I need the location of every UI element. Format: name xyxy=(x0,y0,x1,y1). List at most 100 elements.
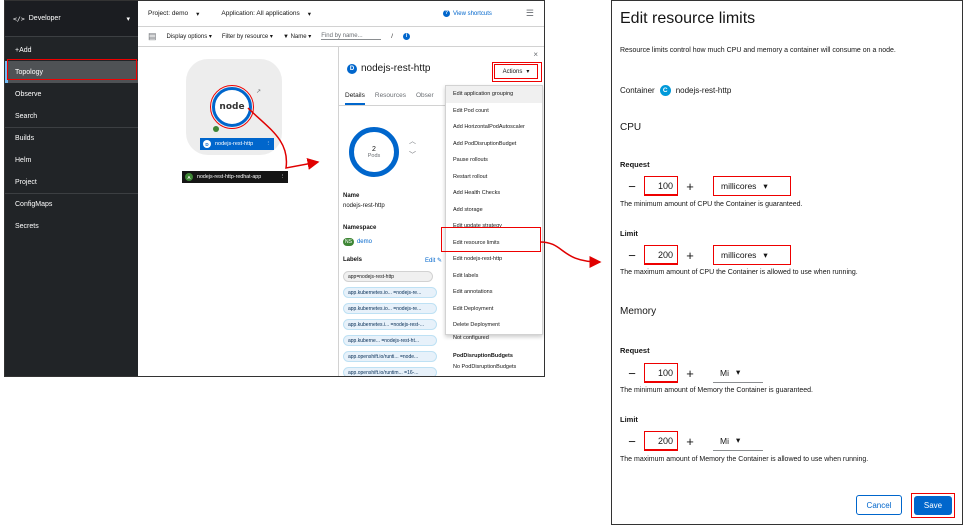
cpu-limit-helper: The maximum amount of CPU the Container … xyxy=(620,269,858,276)
memory-limit-label: Limit xyxy=(620,415,638,424)
menu-item-add-pdb[interactable]: Add PodDisruptionBudget xyxy=(446,136,542,153)
menu-item-edit-nodejs-rest-http[interactable]: Edit nodejs-rest-http xyxy=(446,251,542,268)
cpu-heading: CPU xyxy=(620,122,642,133)
nav-item-search[interactable]: Search xyxy=(5,105,138,127)
panel-tabs: Details Resources Obser xyxy=(339,92,449,106)
cpu-limit-input[interactable]: 200 xyxy=(644,245,678,265)
nav-item-add[interactable]: +Add xyxy=(5,39,138,61)
topology-list-icon[interactable]: ☰ xyxy=(526,8,534,19)
perspective-switcher[interactable]: </> Developer ▾ xyxy=(5,1,138,37)
cpu-request-input[interactable]: 100 xyxy=(644,176,678,196)
caret-down-icon: ▾ xyxy=(735,435,741,445)
memory-request-unit-select[interactable]: Mi ▾ xyxy=(713,363,763,383)
topology-graph[interactable]: node ↗ D nodejs-rest-http ⋮ A nodejs-res… xyxy=(138,47,338,376)
kebab-icon[interactable]: ⋮ xyxy=(266,141,272,147)
menu-item-edit-deployment[interactable]: Edit Deployment xyxy=(446,301,542,318)
actions-highlight xyxy=(492,62,542,82)
sidebar: </> Developer ▾ +Add Topology Observe Se… xyxy=(5,1,138,376)
menu-item-edit-pod-count[interactable]: Edit Pod count xyxy=(446,103,542,120)
project-selector[interactable]: Project: demo xyxy=(148,10,188,17)
memory-request-unit-label: Mi xyxy=(720,367,729,378)
caret-down-icon: ▾ xyxy=(307,10,312,18)
cpu-request-minus-button[interactable]: − xyxy=(620,175,644,197)
slash-hint: / xyxy=(391,33,393,40)
memory-limit-stepper: − 200 + xyxy=(620,430,702,452)
memory-limit-minus-button[interactable]: − xyxy=(620,430,644,452)
cpu-request-unit-select[interactable]: millicores ▾ xyxy=(713,176,791,196)
menu-item-edit-annotations[interactable]: Edit annotations xyxy=(446,284,542,301)
cpu-limit-stepper: − 200 + xyxy=(620,244,702,266)
chevron-up-icon[interactable]: ︿ xyxy=(409,136,416,146)
memory-limit-unit-label: Mi xyxy=(720,435,729,446)
nav-item-secrets[interactable]: Secrets xyxy=(5,215,138,237)
find-by-name-input[interactable]: Find by name... xyxy=(321,33,382,40)
menu-item-add-health-checks[interactable]: Add Health Checks xyxy=(446,185,542,202)
nav-item-configmaps[interactable]: ConfigMaps xyxy=(5,193,138,215)
arrow-menu-to-form xyxy=(539,241,602,268)
menu-item-pause-rollouts[interactable]: Pause rollouts xyxy=(446,152,542,169)
labels-edit-link[interactable]: Edit ✎ xyxy=(425,257,442,264)
filter-by-resource-dropdown[interactable]: Filter by resource ▾ xyxy=(222,33,273,40)
name-filter-dropdown[interactable]: ▼ Name ▾ xyxy=(283,33,311,40)
close-icon[interactable]: × xyxy=(533,50,538,59)
modal-description: Resource limits control how much CPU and… xyxy=(620,47,896,54)
memory-heading: Memory xyxy=(620,306,657,317)
external-link-icon[interactable]: ↗ xyxy=(256,88,261,95)
cpu-request-plus-button[interactable]: + xyxy=(678,175,702,197)
chevron-down-icon[interactable]: ﹀ xyxy=(409,150,416,160)
memory-request-input[interactable]: 100 xyxy=(644,363,678,383)
menu-item-edit-application-grouping[interactable]: Edit application grouping xyxy=(446,86,542,103)
node-highlight xyxy=(210,85,254,129)
tab-observe[interactable]: Obser xyxy=(416,92,434,105)
tab-resources[interactable]: Resources xyxy=(375,92,406,105)
cancel-button[interactable]: Cancel xyxy=(856,495,902,515)
label-chip: app.kuberne... =nodejs-rest-ht... xyxy=(343,335,437,346)
filter-toolbar: ▤ Display options ▾ Filter by resource ▾… xyxy=(138,27,544,47)
nav-item-helm[interactable]: Helm xyxy=(5,149,138,171)
label-chip: app.openshift.io/runti... =node... xyxy=(343,351,437,362)
memory-limit-unit-select[interactable]: Mi ▾ xyxy=(713,431,763,451)
topbar: Project: demo ▾ Application: All applica… xyxy=(138,1,544,27)
deployment-icon: D xyxy=(347,63,357,74)
perspective-label: Developer xyxy=(28,15,61,22)
name-value: nodejs-rest-http xyxy=(343,203,385,209)
memory-request-minus-button[interactable]: − xyxy=(620,362,644,384)
cpu-limit-plus-button[interactable]: + xyxy=(678,244,702,266)
memory-request-stepper: − 100 + xyxy=(620,362,702,384)
info-icon[interactable]: i xyxy=(402,33,410,40)
label-chip: app.openshift.io/runtim... =16-... xyxy=(343,367,437,376)
menu-item-restart-rollout[interactable]: Restart rollout xyxy=(446,169,542,186)
label-chip: app.kubernetes.io... =nodejs-re... xyxy=(343,287,437,298)
memory-request-plus-button[interactable]: + xyxy=(678,362,702,384)
deployment-label[interactable]: D nodejs-rest-http ⋮ xyxy=(200,138,274,150)
application-label[interactable]: A nodejs-rest-http-redhat-app ⋮ xyxy=(182,171,288,183)
nav-item-builds[interactable]: Builds xyxy=(5,127,138,149)
display-options-icon: ▤ xyxy=(148,31,157,41)
labels-edit-label: Edit xyxy=(425,258,436,264)
display-options-dropdown[interactable]: Display options ▾ xyxy=(167,33,212,40)
memory-limit-input[interactable]: 200 xyxy=(644,431,678,451)
help-icon: ? xyxy=(443,10,451,17)
namespace-link[interactable]: NS demo xyxy=(343,238,372,246)
cpu-request-helper: The minimum amount of CPU the Container … xyxy=(620,201,803,208)
deployment-icon: D xyxy=(203,140,211,148)
application-selector[interactable]: Application: All applications xyxy=(221,10,299,17)
nav-item-observe[interactable]: Observe xyxy=(5,83,138,105)
menu-item-delete-deployment[interactable]: Delete Deployment xyxy=(446,317,542,334)
view-shortcuts-link[interactable]: ? View shortcuts xyxy=(443,10,492,17)
deployment-name: nodejs-rest-http xyxy=(215,141,254,147)
cpu-limit-minus-button[interactable]: − xyxy=(620,244,644,266)
menu-item-edit-labels[interactable]: Edit labels xyxy=(446,268,542,285)
menu-item-add-hpa[interactable]: Add HorizontalPodAutoscaler xyxy=(446,119,542,136)
kebab-icon[interactable]: ⋮ xyxy=(280,174,285,180)
save-button[interactable]: Save xyxy=(914,496,952,515)
cpu-limit-unit-select[interactable]: millicores ▾ xyxy=(713,245,791,265)
label-chip: app=nodejs-rest-http xyxy=(343,271,433,282)
nav-item-project[interactable]: Project xyxy=(5,171,138,193)
label-chip: app.kubernetes.i... =nodejs-rest-... xyxy=(343,319,437,330)
tab-details[interactable]: Details xyxy=(345,92,365,105)
filter-icon: ▼ xyxy=(282,34,289,40)
label-chip: app.kubernetes.io... =nodejs-re... xyxy=(343,303,437,314)
menu-item-add-storage[interactable]: Add storage xyxy=(446,202,542,219)
memory-limit-plus-button[interactable]: + xyxy=(678,430,702,452)
